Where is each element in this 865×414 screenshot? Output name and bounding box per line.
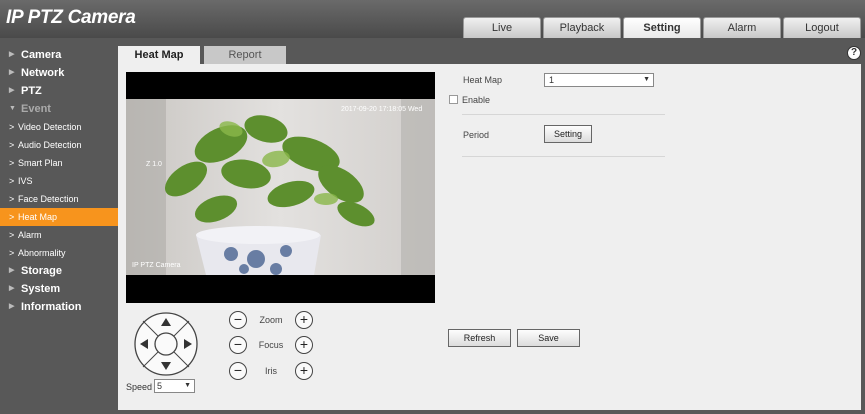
sidebar-item-ptz[interactable]: ▶ PTZ bbox=[0, 82, 118, 100]
heatmap-value: 1 bbox=[549, 75, 555, 85]
focus-control: − Focus + bbox=[229, 336, 313, 354]
triangle-right-icon: ▶ bbox=[9, 267, 15, 274]
heatmap-select[interactable]: 1 ▼ bbox=[544, 73, 654, 87]
focus-plus-button[interactable]: + bbox=[295, 336, 313, 354]
speed-select[interactable]: 5 ▼ bbox=[154, 379, 195, 393]
chevron-right-icon: > bbox=[9, 194, 15, 204]
sidebar-item-label: Audio Detection bbox=[18, 140, 82, 150]
sidebar-item-label: Storage bbox=[21, 265, 62, 277]
sidebar-item-heat-map[interactable]: > Heat Map bbox=[0, 208, 118, 226]
sidebar-item-storage[interactable]: ▶ Storage bbox=[0, 262, 118, 280]
sidebar-item-label: Abnormality bbox=[18, 248, 66, 258]
iris-plus-button[interactable]: + bbox=[295, 362, 313, 380]
sidebar-item-label: Network bbox=[21, 67, 65, 79]
period-label: Period bbox=[463, 130, 490, 140]
iris-label: Iris bbox=[265, 366, 277, 376]
sidebar-item-video-detection[interactable]: > Video Detection bbox=[0, 118, 118, 136]
divider bbox=[462, 156, 665, 157]
sidebar-item-information[interactable]: ▶ Information bbox=[0, 298, 118, 316]
tab-setting[interactable]: Setting bbox=[623, 17, 701, 38]
sidebar-item-camera[interactable]: ▶ Camera bbox=[0, 46, 118, 64]
chevron-right-icon: > bbox=[9, 248, 15, 258]
chevron-right-icon: > bbox=[9, 122, 15, 132]
setting-button[interactable]: Setting bbox=[544, 125, 592, 143]
iris-minus-button[interactable]: − bbox=[229, 362, 247, 380]
refresh-button[interactable]: Refresh bbox=[448, 329, 511, 347]
triangle-right-icon: ▶ bbox=[9, 51, 15, 58]
dropdown-arrow-icon: ▼ bbox=[184, 382, 191, 389]
help-icon[interactable]: ? bbox=[847, 46, 861, 60]
tab-logout[interactable]: Logout bbox=[783, 17, 861, 38]
chevron-right-icon: > bbox=[9, 176, 15, 186]
ptz-direction-pad[interactable] bbox=[133, 311, 199, 377]
focus-label: Focus bbox=[258, 340, 284, 350]
sidebar-item-label: Alarm bbox=[18, 230, 42, 240]
speed-label: Speed bbox=[126, 382, 153, 392]
osd-camera-name: IP PTZ Camera bbox=[132, 262, 181, 269]
camera-scene-image bbox=[126, 99, 435, 275]
zoom-in-button[interactable]: + bbox=[295, 311, 313, 329]
sidebar-item-ivs[interactable]: > IVS bbox=[0, 172, 118, 190]
chevron-right-icon: > bbox=[9, 140, 15, 150]
triangle-right-icon: ▶ bbox=[9, 87, 15, 94]
triangle-right-icon: ▶ bbox=[9, 69, 15, 76]
tab-heat-map[interactable]: Heat Map bbox=[118, 46, 200, 65]
sidebar-item-audio-detection[interactable]: > Audio Detection bbox=[0, 136, 118, 154]
enable-checkbox[interactable] bbox=[449, 95, 458, 104]
app-title: IP PTZ Camera bbox=[6, 7, 136, 28]
sidebar-item-smart-plan[interactable]: > Smart Plan bbox=[0, 154, 118, 172]
dropdown-arrow-icon: ▼ bbox=[643, 76, 650, 83]
heatmap-label: Heat Map bbox=[463, 75, 503, 85]
focus-minus-button[interactable]: − bbox=[229, 336, 247, 354]
iris-control: − Iris + bbox=[229, 362, 313, 380]
sidebar-item-label: IVS bbox=[18, 176, 33, 186]
zoom-control: − Zoom + bbox=[229, 311, 313, 329]
osd-zoom: Z 1.0 bbox=[146, 161, 162, 168]
zoom-label: Zoom bbox=[259, 315, 283, 325]
sidebar-item-label: Face Detection bbox=[18, 194, 79, 204]
triangle-right-icon: ▶ bbox=[9, 285, 15, 292]
enable-label: Enable bbox=[462, 95, 491, 105]
tab-live[interactable]: Live bbox=[463, 17, 541, 38]
header-bar: IP PTZ Camera Live Playback Setting Alar… bbox=[0, 0, 865, 38]
triangle-down-icon: ▼ bbox=[9, 105, 16, 112]
divider bbox=[462, 114, 665, 115]
sidebar-item-face-detection[interactable]: > Face Detection bbox=[0, 190, 118, 208]
sidebar-item-label: Information bbox=[21, 301, 82, 313]
sidebar: ▶ Camera ▶ Network ▶ PTZ ▼ Event > Video… bbox=[0, 46, 118, 316]
speed-value: 5 bbox=[157, 381, 163, 391]
sidebar-item-label: System bbox=[21, 283, 61, 295]
sidebar-item-label: Camera bbox=[21, 49, 62, 61]
video-preview[interactable]: 2017-09-20 17:18:05 Wed Z 1.0 IP PTZ Cam… bbox=[126, 72, 435, 303]
sidebar-item-label: Smart Plan bbox=[18, 158, 63, 168]
top-nav: Live Playback Setting Alarm Logout bbox=[463, 17, 861, 38]
sidebar-item-network[interactable]: ▶ Network bbox=[0, 64, 118, 82]
sidebar-item-label: Heat Map bbox=[18, 212, 58, 222]
sidebar-item-alarm[interactable]: > Alarm bbox=[0, 226, 118, 244]
osd-timestamp: 2017-09-20 17:18:05 Wed bbox=[341, 106, 423, 113]
sidebar-item-event[interactable]: ▼ Event bbox=[0, 100, 118, 118]
sub-tabs: Heat Map Report bbox=[118, 46, 286, 65]
tab-alarm[interactable]: Alarm bbox=[703, 17, 781, 38]
save-button[interactable]: Save bbox=[517, 329, 580, 347]
chevron-right-icon: > bbox=[9, 158, 15, 168]
tab-report[interactable]: Report bbox=[204, 46, 286, 65]
triangle-right-icon: ▶ bbox=[9, 303, 15, 310]
sidebar-item-system[interactable]: ▶ System bbox=[0, 280, 118, 298]
sidebar-item-label: PTZ bbox=[21, 85, 42, 97]
tab-playback[interactable]: Playback bbox=[543, 17, 621, 38]
sidebar-item-abnormality[interactable]: > Abnormality bbox=[0, 244, 118, 262]
sidebar-item-label: Event bbox=[21, 103, 51, 115]
sidebar-item-label: Video Detection bbox=[18, 122, 82, 132]
chevron-right-icon: > bbox=[9, 212, 15, 222]
chevron-right-icon: > bbox=[9, 230, 15, 240]
zoom-out-button[interactable]: − bbox=[229, 311, 247, 329]
